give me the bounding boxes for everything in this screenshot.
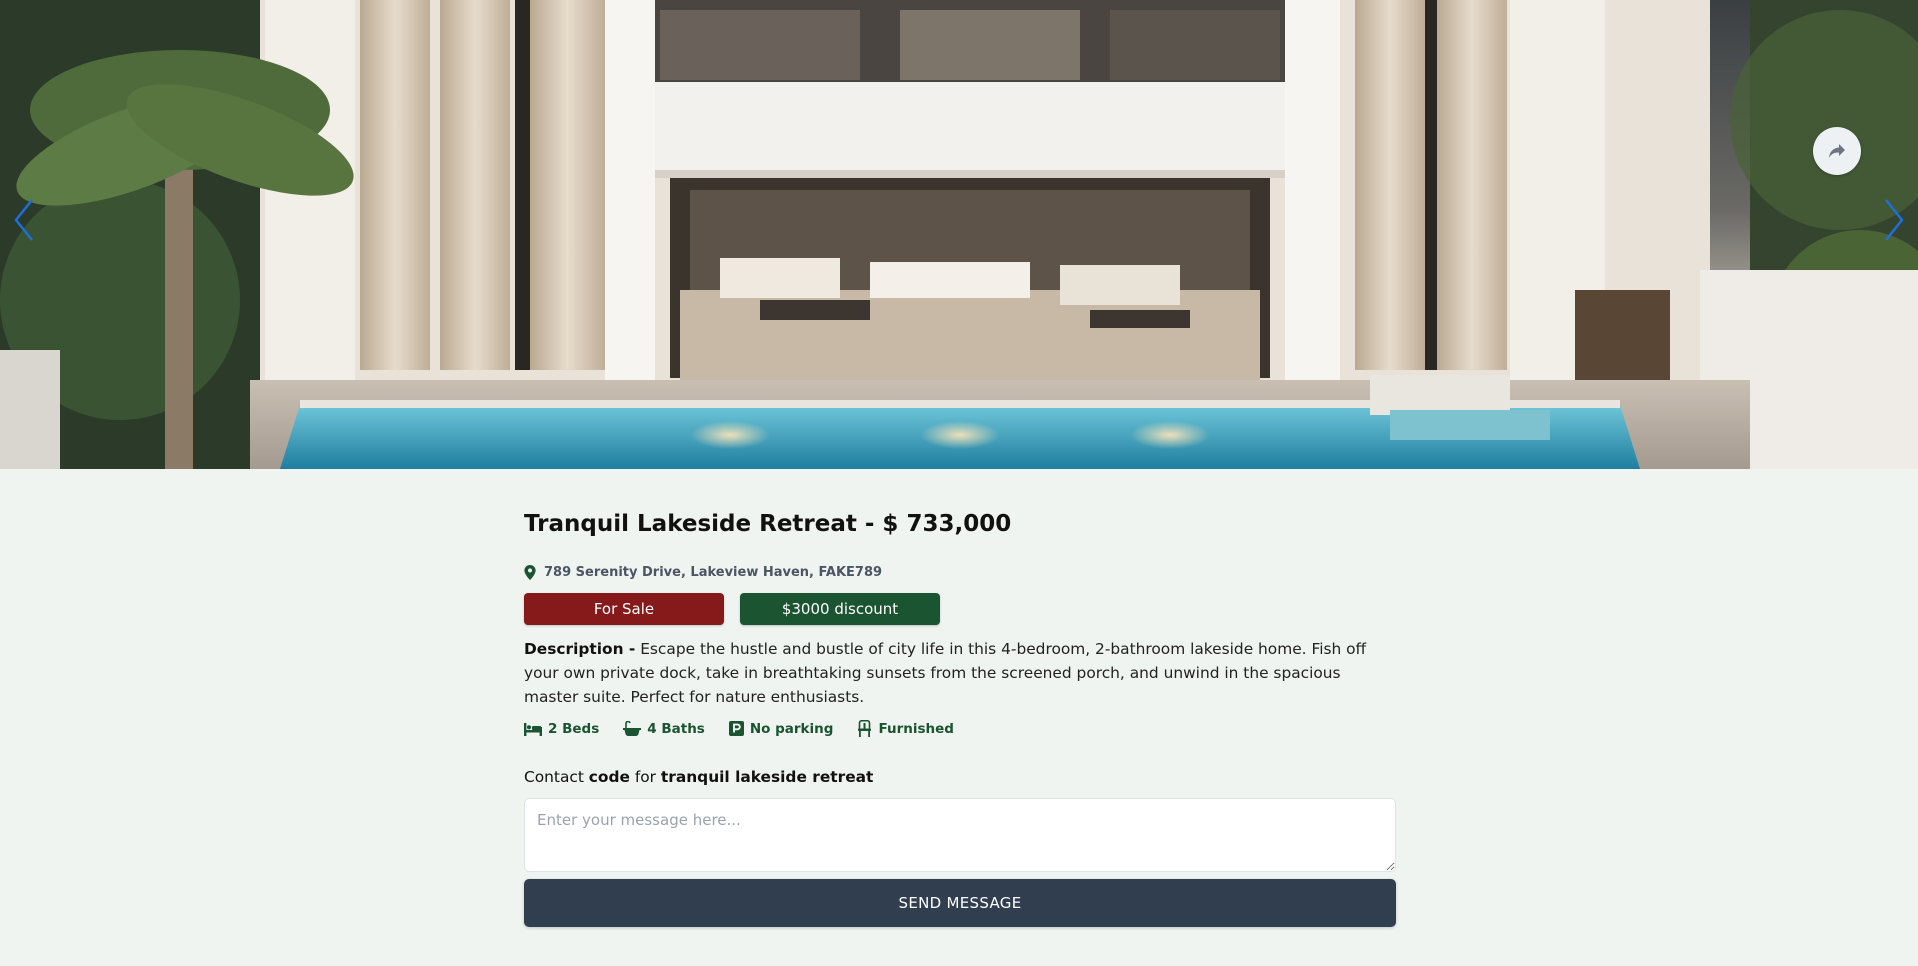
- listing-description: Description - Escape the hustle and bust…: [524, 637, 1396, 709]
- badge-group: For Sale $3000 discount: [524, 593, 940, 625]
- listing-address: 789 Serenity Drive, Lakeview Haven, FAKE…: [524, 565, 882, 580]
- chevron-right-icon: [1885, 199, 1904, 241]
- share-icon: [1829, 144, 1845, 158]
- message-input[interactable]: [524, 798, 1396, 872]
- map-pin-icon: [524, 565, 536, 580]
- feature-parking-label: No parking: [749, 720, 834, 737]
- bed-icon: [524, 722, 542, 736]
- feature-furnished: Furnished: [857, 720, 954, 737]
- discount-badge: $3000 discount: [740, 593, 940, 625]
- bath-icon: [623, 720, 642, 737]
- carousel-prev-button[interactable]: [4, 190, 44, 250]
- share-button[interactable]: [1813, 127, 1861, 175]
- parking-icon: [728, 721, 744, 736]
- contact-agent: code: [588, 768, 630, 786]
- feature-baths: 4 Baths: [623, 720, 705, 737]
- contact-property: tranquil lakeside retreat: [660, 768, 874, 786]
- contact-middle: for: [629, 768, 661, 786]
- feature-baths-label: 4 Baths: [647, 720, 705, 737]
- address-text: 789 Serenity Drive, Lakeview Haven, FAKE…: [544, 565, 883, 580]
- feature-list: 2 Beds 4 Baths No parking Furnished: [524, 720, 954, 737]
- feature-beds-label: 2 Beds: [548, 720, 600, 737]
- chevron-left-icon: [14, 199, 33, 241]
- contact-prefix: Contact: [524, 768, 589, 786]
- status-badge: For Sale: [524, 593, 724, 625]
- description-label: Description -: [524, 640, 636, 658]
- property-image-carousel: [0, 0, 1918, 469]
- property-photo: [0, 0, 1918, 469]
- feature-parking: No parking: [728, 720, 834, 737]
- contact-heading: Contact code for tranquil lakeside retre…: [524, 768, 873, 786]
- description-text: Escape the hustle and bustle of city lif…: [524, 640, 1367, 706]
- send-message-button[interactable]: SEND MESSAGE: [524, 879, 1396, 927]
- feature-beds: 2 Beds: [524, 720, 599, 737]
- feature-furnished-label: Furnished: [878, 720, 954, 737]
- carousel-next-button[interactable]: [1874, 190, 1914, 250]
- listing-title: Tranquil Lakeside Retreat - $ 733,000: [524, 511, 1012, 537]
- chair-icon: [857, 720, 872, 737]
